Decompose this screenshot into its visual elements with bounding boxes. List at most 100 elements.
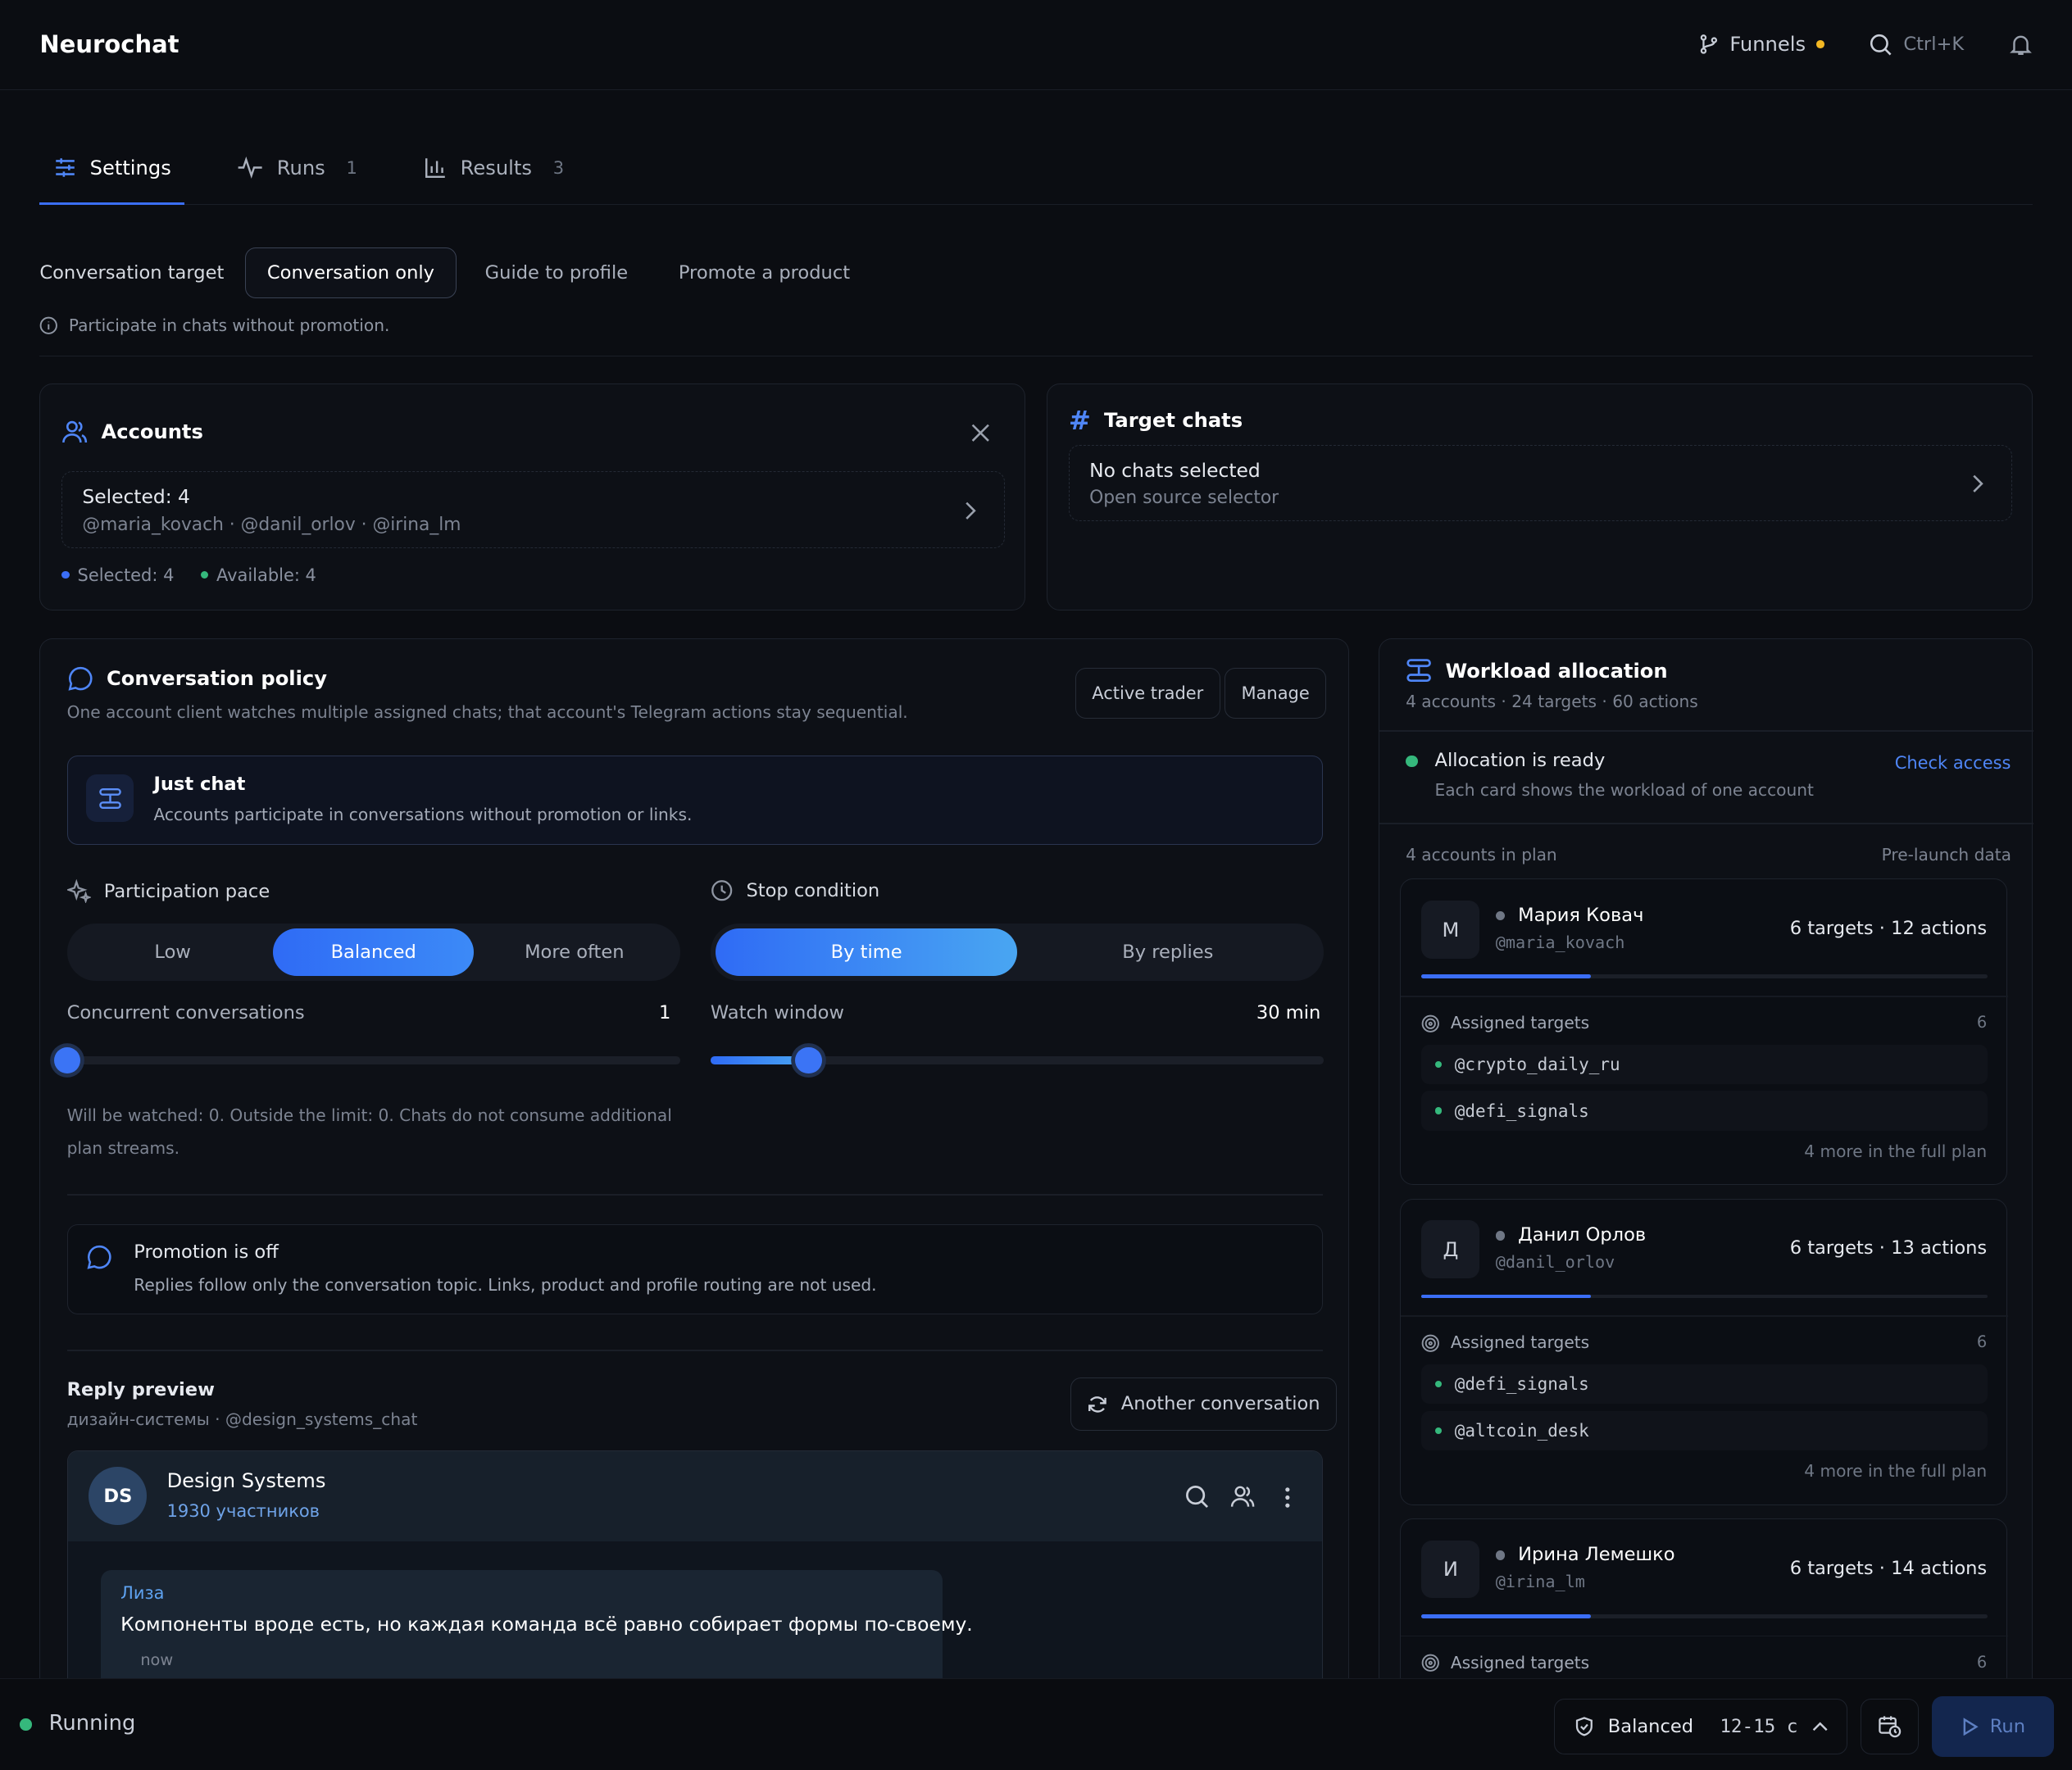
route-icon bbox=[1406, 659, 1431, 683]
chat-preview-header: DS Design Systems 1930 участников bbox=[67, 1450, 1322, 1541]
pace-selector: Low Balanced More often bbox=[66, 923, 680, 982]
accounts-card: Accounts Selected: 4 @maria_kovach · @da… bbox=[39, 383, 1026, 610]
search-shortcut: Ctrl+K bbox=[1903, 34, 1965, 56]
account-name: Мария Ковач bbox=[1518, 904, 1644, 926]
target-chats-header: # Target chats bbox=[1069, 405, 1243, 436]
stop-label: Stop condition bbox=[746, 880, 880, 901]
tab-results-label: Results bbox=[460, 156, 532, 179]
watch-slider-fill bbox=[710, 1056, 809, 1065]
clock-icon bbox=[711, 880, 733, 901]
concurrent-slider-handle[interactable] bbox=[53, 1047, 80, 1074]
chats-empty-title: No chats selected bbox=[1089, 458, 1261, 482]
search-button[interactable]: Ctrl+K bbox=[1869, 33, 1964, 57]
pace-range: 12-15 с bbox=[1720, 1715, 1798, 1737]
running-status: Running bbox=[48, 1710, 136, 1736]
pace-label-row: Participation pace bbox=[66, 879, 270, 904]
preview-title: Reply preview bbox=[66, 1378, 215, 1400]
chat-bubble-icon bbox=[68, 667, 93, 691]
workload-title: Workload allocation bbox=[1445, 659, 1668, 683]
stop-by-time[interactable]: By time bbox=[716, 928, 1017, 976]
divider bbox=[1400, 1635, 2009, 1637]
assigned-targets-label: Assigned targets bbox=[1450, 1013, 1590, 1033]
stop-by-replies[interactable]: By replies bbox=[1017, 928, 1319, 976]
active-trader-button[interactable]: Active trader bbox=[1075, 668, 1220, 719]
users-icon bbox=[62, 420, 88, 442]
pace-more-often[interactable]: More often bbox=[474, 928, 675, 976]
message-time: now bbox=[140, 1650, 174, 1670]
workload-account-card[interactable]: Д Данил Орлов @danil_orlov 6 targets · 13 a… bbox=[1399, 1198, 2009, 1505]
target-handle: @defi_signals bbox=[1454, 1101, 1589, 1121]
calendar-clock-icon bbox=[1879, 1716, 1902, 1738]
chat-preview-window: DS Design Systems 1930 участников Лиза К… bbox=[66, 1450, 1323, 1715]
tab-settings[interactable]: Settings bbox=[39, 132, 185, 205]
pace-label: Participation pace bbox=[103, 880, 270, 902]
schedule-button[interactable] bbox=[1861, 1699, 1920, 1754]
run-button[interactable]: Run bbox=[1932, 1695, 2054, 1757]
target-option-promote-product[interactable]: Promote a product bbox=[657, 247, 872, 299]
target-option-conversation-only[interactable]: Conversation only bbox=[245, 247, 457, 299]
more-vertical-icon[interactable] bbox=[1284, 1486, 1292, 1509]
account-handle: @danil_orlov bbox=[1495, 1252, 1615, 1273]
more-in-plan: 4 more in the full plan bbox=[1804, 1141, 1988, 1161]
promotion-off-panel: Promotion is off Replies follow only the… bbox=[66, 1224, 1323, 1314]
stat-available: Available: 4 bbox=[216, 565, 316, 585]
funnels-button[interactable]: Funnels bbox=[1698, 33, 1824, 56]
users-icon[interactable] bbox=[1229, 1484, 1256, 1509]
mode-icon-box bbox=[86, 774, 134, 823]
running-status-dot bbox=[20, 1718, 32, 1731]
search-icon[interactable] bbox=[1184, 1484, 1210, 1509]
account-load-fill bbox=[1421, 1613, 1592, 1618]
pace-balanced[interactable]: Balanced bbox=[273, 928, 475, 976]
another-conversation-button[interactable]: Another conversation bbox=[1070, 1377, 1337, 1431]
accounts-selector[interactable]: Selected: 4 @maria_kovach · @danil_orlov… bbox=[61, 471, 1006, 548]
mode-just-chat[interactable]: Just chat Accounts participate in conver… bbox=[66, 755, 1323, 846]
manage-button[interactable]: Manage bbox=[1225, 668, 1327, 719]
chats-empty-sub: Open source selector bbox=[1089, 488, 1279, 509]
conversation-target-row: Conversation target Conversation only Gu… bbox=[39, 247, 879, 299]
sparkle-icon bbox=[66, 879, 91, 904]
accounts-selected-line: Selected: 4 bbox=[82, 485, 190, 509]
run-label: Run bbox=[1989, 1715, 2025, 1737]
account-handle: @irina_lm bbox=[1495, 1572, 1585, 1592]
divider bbox=[1400, 1315, 2009, 1318]
account-load-track bbox=[1421, 974, 1988, 979]
branch-icon bbox=[1700, 34, 1717, 55]
concurrent-value: 1 bbox=[659, 1002, 671, 1024]
assigned-targets-count: 6 bbox=[1976, 1332, 1988, 1352]
pace-mode: Balanced bbox=[1607, 1715, 1694, 1737]
chevron-right-icon bbox=[966, 502, 976, 520]
pace-summary-chip[interactable]: Balanced 12-15 с bbox=[1554, 1699, 1848, 1754]
account-handle: @maria_kovach bbox=[1495, 932, 1625, 952]
chat-members: 1930 участников bbox=[166, 1501, 320, 1522]
workload-account-card[interactable]: М Мария Ковач @maria_kovach 6 targets · 12 … bbox=[1399, 878, 2009, 1186]
account-load-fill bbox=[1421, 1294, 1592, 1299]
tab-runs-count: 1 bbox=[346, 157, 357, 178]
bar-chart-icon bbox=[425, 158, 445, 179]
account-summary: 6 targets · 13 actions bbox=[1789, 1237, 1988, 1259]
chat-avatar: DS bbox=[89, 1467, 148, 1526]
conversation-policy-card: Conversation policy One account client w… bbox=[39, 638, 1350, 1715]
assigned-target-item: @crypto_daily_ru bbox=[1421, 1044, 1988, 1085]
watch-slider-handle[interactable] bbox=[795, 1047, 822, 1074]
account-summary: 6 targets · 14 actions bbox=[1789, 1557, 1988, 1579]
accounts-handles: @maria_kovach · @danil_orlov · @irina_lm bbox=[82, 514, 461, 535]
policy-desc: One account client watches multiple assi… bbox=[66, 702, 908, 723]
target-handle: @defi_signals bbox=[1454, 1374, 1589, 1395]
chevron-right-icon bbox=[1972, 474, 1983, 493]
concurrent-slider-track[interactable] bbox=[66, 1056, 680, 1065]
bell-icon[interactable] bbox=[2009, 33, 2033, 57]
close-icon[interactable] bbox=[971, 424, 990, 442]
tab-results[interactable]: Results 3 bbox=[410, 132, 577, 203]
stat-selected: Selected: 4 bbox=[77, 565, 175, 585]
assigned-targets-count: 6 bbox=[1976, 1652, 1988, 1672]
another-conversation-label: Another conversation bbox=[1120, 1393, 1320, 1415]
account-status-dot bbox=[1495, 1231, 1505, 1241]
tab-runs[interactable]: Runs 1 bbox=[224, 132, 370, 203]
check-access-link[interactable]: Check access bbox=[1895, 753, 2011, 773]
shield-icon bbox=[1575, 1717, 1593, 1736]
pre-launch-data: Pre-launch data bbox=[1881, 845, 2011, 865]
account-status-dot bbox=[1495, 1550, 1505, 1560]
pace-low[interactable]: Low bbox=[72, 928, 273, 976]
chats-selector[interactable]: No chats selected Open source selector bbox=[1068, 444, 2013, 522]
target-option-guide-to-profile[interactable]: Guide to profile bbox=[463, 247, 650, 299]
